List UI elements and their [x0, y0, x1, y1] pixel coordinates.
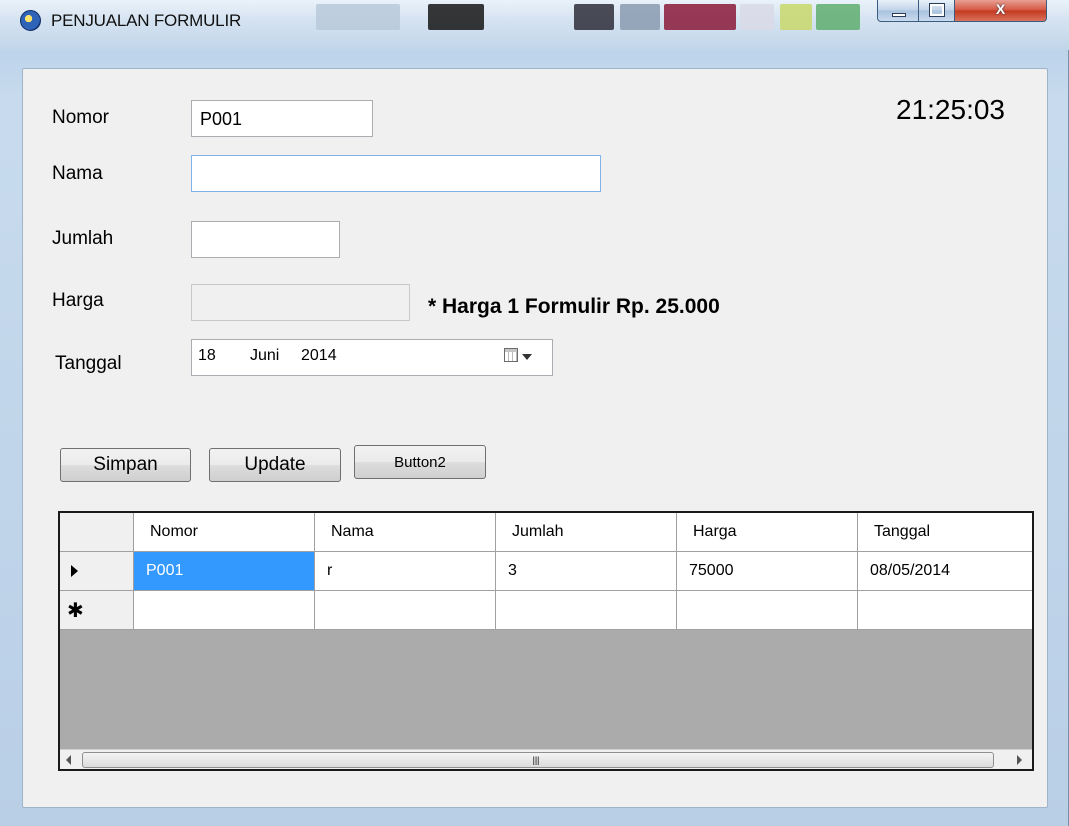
column-header-nama[interactable]: Nama [315, 513, 496, 552]
application-window: PENJUALAN FORMULIR X Nomor P001 21:25:03… [0, 0, 1069, 826]
minimize-button[interactable] [877, 0, 919, 22]
form-client-area: Nomor P001 21:25:03 Nama Jumlah Harga * … [22, 68, 1048, 808]
new-row-star-icon: ✱ [67, 600, 84, 622]
new-cell-jumlah[interactable] [496, 591, 677, 630]
grid-corner-header[interactable] [60, 513, 134, 552]
minimize-icon [892, 13, 906, 17]
calendar-icon[interactable] [504, 348, 518, 362]
new-cell-nomor[interactable] [134, 591, 315, 630]
label-tanggal: Tanggal [55, 353, 122, 374]
title-bar[interactable]: PENJUALAN FORMULIR X [0, 0, 1069, 50]
column-header-tanggal[interactable]: Tanggal [858, 513, 1032, 552]
new-cell-tanggal[interactable] [858, 591, 1032, 630]
cell-jumlah[interactable]: 3 [496, 552, 677, 591]
date-day[interactable]: 18 [198, 347, 216, 365]
table-row[interactable]: P001 r 3 75000 08/05/2014 [60, 552, 1032, 591]
nomor-field[interactable]: P001 [191, 100, 373, 137]
current-row-arrow-icon [71, 565, 78, 577]
window-title: PENJUALAN FORMULIR [51, 11, 242, 30]
grid-header-row: Nomor Nama Jumlah Harga Tanggal [60, 513, 1032, 552]
data-grid[interactable]: Nomor Nama Jumlah Harga Tanggal P001 r 3… [58, 511, 1034, 771]
button2-button[interactable]: Button2 [354, 445, 486, 479]
taskbar-bleed [620, 4, 660, 30]
app-icon[interactable] [20, 10, 41, 31]
horizontal-scrollbar[interactable]: III [60, 749, 1032, 769]
tanggal-date-picker[interactable]: 18 Juni 2014 [191, 339, 553, 376]
nama-field[interactable] [191, 155, 601, 192]
taskbar-bleed [428, 4, 484, 30]
scroll-left-icon[interactable] [66, 755, 71, 765]
cell-nama[interactable]: r [315, 552, 496, 591]
scroll-right-icon[interactable] [1017, 755, 1022, 765]
taskbar-bleed [816, 4, 860, 30]
harga-field [191, 284, 410, 321]
taskbar-bleed [316, 4, 400, 30]
row-header[interactable] [60, 552, 134, 591]
new-cell-nama[interactable] [315, 591, 496, 630]
cell-nomor[interactable]: P001 [134, 552, 315, 591]
taskbar-bleed [574, 4, 614, 30]
new-row[interactable]: ✱ [60, 591, 1032, 630]
column-header-harga[interactable]: Harga [677, 513, 858, 552]
cell-harga[interactable]: 75000 [677, 552, 858, 591]
maximize-icon [929, 3, 945, 17]
scrollbar-thumb[interactable]: III [82, 752, 994, 768]
clock: 21:25:03 [896, 94, 1005, 125]
label-harga: Harga [52, 290, 104, 311]
taskbar-bleed [664, 4, 736, 30]
column-header-jumlah[interactable]: Jumlah [496, 513, 677, 552]
label-nomor: Nomor [52, 107, 110, 128]
close-button[interactable]: X [955, 0, 1047, 22]
price-note: * Harga 1 Formulir Rp. 25.000 [428, 295, 720, 318]
date-month[interactable]: Juni [250, 347, 279, 365]
row-header[interactable]: ✱ [60, 591, 134, 630]
simpan-button[interactable]: Simpan [60, 448, 191, 482]
close-icon: X [995, 1, 1006, 17]
caption-buttons: X [877, 0, 1047, 22]
label-nama: Nama [52, 163, 103, 184]
column-header-nomor[interactable]: Nomor [134, 513, 315, 552]
new-cell-harga[interactable] [677, 591, 858, 630]
date-year[interactable]: 2014 [301, 347, 337, 365]
maximize-button[interactable] [919, 0, 955, 22]
grip-icon: III [532, 754, 540, 768]
jumlah-field[interactable] [191, 221, 340, 258]
taskbar-bleed [740, 4, 774, 30]
cell-tanggal[interactable]: 08/05/2014 [858, 552, 1032, 591]
update-button[interactable]: Update [209, 448, 341, 482]
dropdown-arrow-icon[interactable] [522, 354, 532, 360]
taskbar-bleed [780, 4, 812, 30]
label-jumlah: Jumlah [52, 228, 114, 249]
